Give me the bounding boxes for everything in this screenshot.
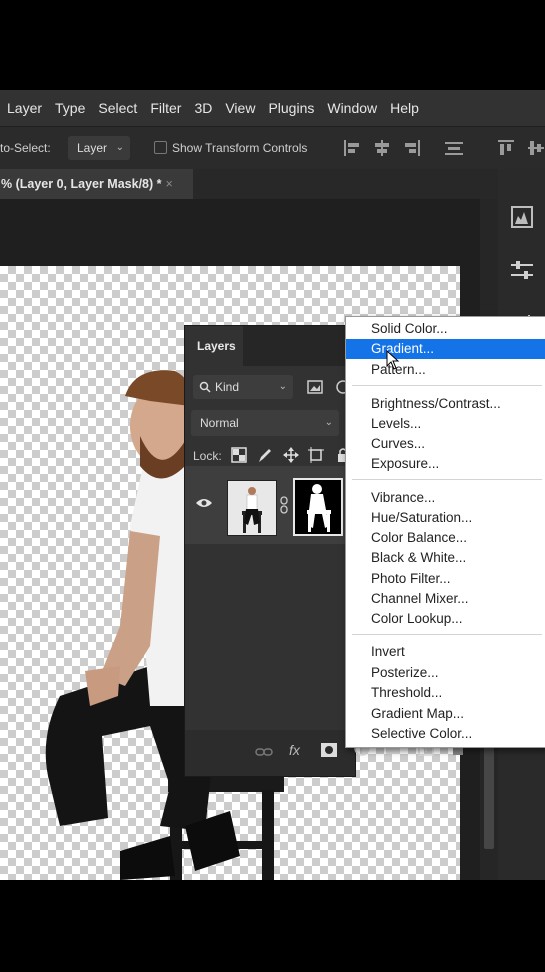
search-icon <box>199 381 211 393</box>
mouse-cursor-icon <box>386 350 400 370</box>
layer-row[interactable] <box>185 466 355 544</box>
menu-item-channel-mixer[interactable]: Channel Mixer... <box>346 589 545 609</box>
align-top-icon[interactable] <box>497 139 515 157</box>
adjustment-layer-menu: Solid Color... Gradient... Pattern... Br… <box>345 316 545 748</box>
distribute-icon[interactable] <box>444 139 464 157</box>
link-layers-icon[interactable] <box>255 746 273 758</box>
chevron-down-icon: ⌄ <box>324 417 333 428</box>
layer-mask-image <box>307 484 331 532</box>
lock-row: Lock: <box>193 444 222 468</box>
auto-select-label: to-Select: <box>0 141 51 155</box>
eye-icon[interactable] <box>195 497 213 509</box>
auto-select-dropdown[interactable]: Layer ⌄ <box>68 136 130 160</box>
align-right-icon[interactable] <box>403 139 421 157</box>
menu-bar: Layer Type Select Filter 3D View Plugins… <box>0 90 545 126</box>
menu-item-brightness-contrast[interactable]: Brightness/Contrast... <box>346 394 545 414</box>
menu-item-threshold[interactable]: Threshold... <box>346 683 545 703</box>
image-filter-icon[interactable] <box>307 380 323 394</box>
align-middle-icon[interactable] <box>527 139 545 157</box>
menu-item-hue-saturation[interactable]: Hue/Saturation... <box>346 508 545 528</box>
menu-window[interactable]: Window <box>327 100 377 116</box>
add-mask-icon[interactable] <box>321 743 337 757</box>
menu-separator <box>352 385 542 386</box>
document-tab-title: % (Layer 0, Layer Mask/8) * <box>1 177 162 191</box>
lock-position-icon[interactable] <box>283 447 299 463</box>
menu-select[interactable]: Select <box>98 100 137 116</box>
layer-mask-thumbnail[interactable] <box>293 478 343 536</box>
lock-label: Lock: <box>193 449 222 463</box>
menu-item-exposure[interactable]: Exposure... <box>346 454 545 474</box>
blend-mode-value: Normal <box>200 416 239 430</box>
layer-filter-kind[interactable]: Kind ⌄ <box>193 375 293 399</box>
menu-item-vibrance[interactable]: Vibrance... <box>346 488 545 508</box>
menu-item-levels[interactable]: Levels... <box>346 414 545 434</box>
options-bar: to-Select: Layer ⌄ Show Transform Contro… <box>0 126 545 169</box>
menu-item-color-balance[interactable]: Color Balance... <box>346 528 545 548</box>
menu-item-posterize[interactable]: Posterize... <box>346 663 545 683</box>
chevron-down-icon: ⌄ <box>115 142 124 153</box>
menu-3d[interactable]: 3D <box>194 100 212 116</box>
layers-tab[interactable]: Layers <box>185 326 243 366</box>
menu-separator <box>352 479 542 480</box>
fx-icon[interactable]: fx <box>289 742 300 758</box>
menu-item-pattern[interactable]: Pattern... <box>346 360 545 380</box>
layer-thumbnail-image <box>242 487 262 533</box>
menu-type[interactable]: Type <box>55 100 85 116</box>
lock-transparent-icon[interactable] <box>231 447 247 463</box>
menu-plugins[interactable]: Plugins <box>268 100 314 116</box>
menu-item-gradient[interactable]: Gradient... <box>346 339 545 359</box>
chevron-down-icon: ⌄ <box>278 381 287 392</box>
close-icon[interactable]: × <box>166 177 173 191</box>
show-transform-label: Show Transform Controls <box>172 141 308 155</box>
menu-help[interactable]: Help <box>390 100 419 116</box>
scrollbar-thumb[interactable] <box>484 739 494 849</box>
menu-item-selective-color[interactable]: Selective Color... <box>346 724 545 744</box>
menu-separator <box>352 634 542 635</box>
lock-artboard-icon[interactable] <box>308 447 324 463</box>
layers-panel-header: Layers <box>185 326 355 366</box>
histogram-icon[interactable] <box>509 204 535 230</box>
menu-item-curves[interactable]: Curves... <box>346 434 545 454</box>
menu-item-black-white[interactable]: Black & White... <box>346 548 545 568</box>
auto-select-value: Layer <box>77 141 108 155</box>
document-tab-bar: % (Layer 0, Layer Mask/8) * × <box>0 169 545 199</box>
layer-thumbnail[interactable] <box>227 480 277 536</box>
menu-item-photo-filter[interactable]: Photo Filter... <box>346 569 545 589</box>
menu-item-invert[interactable]: Invert <box>346 642 545 662</box>
lock-pixels-icon[interactable] <box>257 447 273 463</box>
link-icon[interactable] <box>279 496 289 514</box>
menu-filter[interactable]: Filter <box>150 100 181 116</box>
show-transform-checkbox[interactable] <box>154 141 167 154</box>
menu-view[interactable]: View <box>225 100 255 116</box>
filter-kind-label: Kind <box>215 380 240 394</box>
document-tab[interactable]: % (Layer 0, Layer Mask/8) * × <box>0 169 193 199</box>
layers-panel-footer: fx <box>185 730 355 776</box>
layers-panel: Layers Kind ⌄ Normal ⌄ Lock: fx <box>184 325 356 777</box>
menu-item-gradient-map[interactable]: Gradient Map... <box>346 704 545 724</box>
adjustments-icon[interactable] <box>509 257 535 283</box>
menu-item-solid-color[interactable]: Solid Color... <box>346 319 545 339</box>
menu-layer[interactable]: Layer <box>7 100 42 116</box>
blend-mode-dropdown[interactable]: Normal ⌄ <box>191 410 339 436</box>
menu-item-color-lookup[interactable]: Color Lookup... <box>346 609 545 629</box>
align-center-icon[interactable] <box>373 139 391 157</box>
align-left-icon[interactable] <box>343 139 361 157</box>
